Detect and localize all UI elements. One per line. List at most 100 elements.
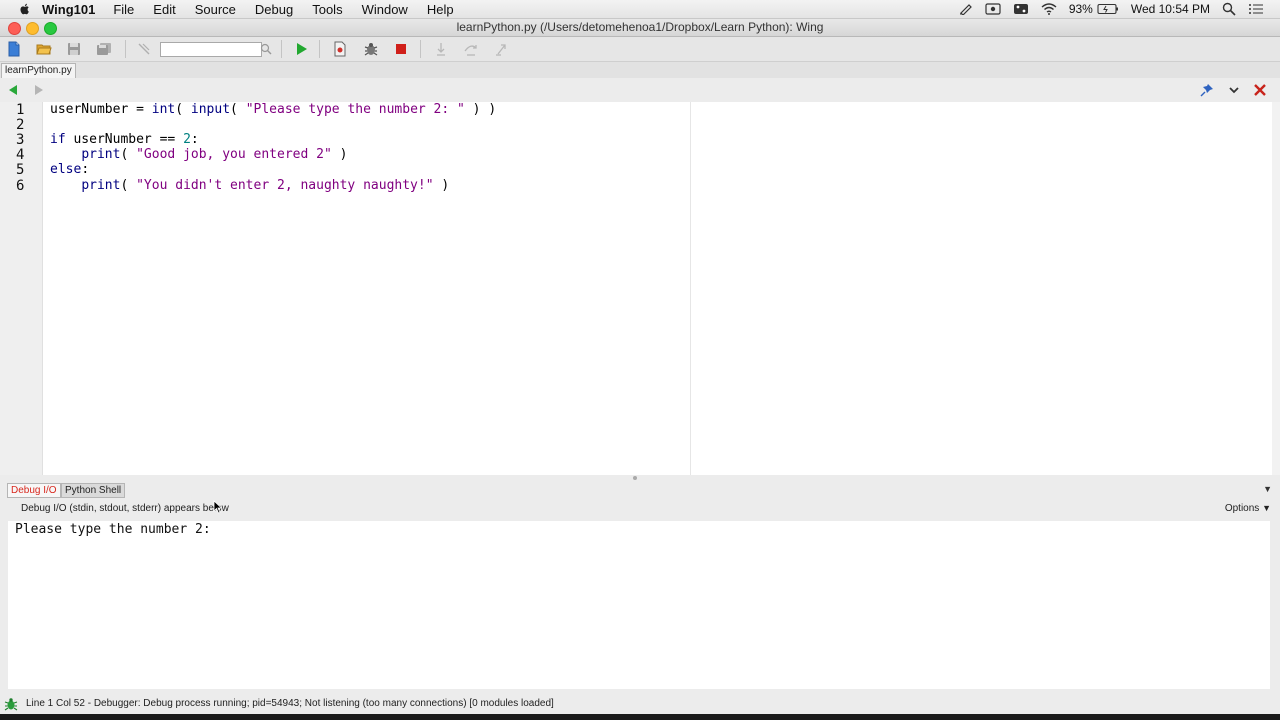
line-number: 3 (16, 132, 25, 148)
window-minimize-button[interactable] (26, 22, 39, 35)
debug-bug-button[interactable] (363, 41, 379, 57)
tool-panel-tabs: Debug I/O Python Shell (0, 482, 1280, 498)
line-number-gutter: 1 2 3 4 5 6 (0, 102, 43, 475)
tab-debug-io[interactable]: Debug I/O (7, 483, 61, 498)
step-over-button[interactable] (463, 41, 479, 57)
code-token: ) (433, 178, 450, 193)
console-output: Please type the number 2: (15, 522, 211, 537)
code-token: "Please type the number 2: " (245, 102, 465, 117)
window-zoom-button[interactable] (44, 22, 57, 35)
code-line-3[interactable]: if userNumber == 2: (50, 132, 199, 147)
breakpoint-button[interactable] (332, 41, 348, 57)
menu-tools[interactable]: Tools (312, 2, 342, 17)
code-token: ( (230, 102, 246, 117)
save-all-button[interactable] (96, 41, 112, 57)
code-token: = (128, 102, 152, 117)
tab-python-shell[interactable]: Python Shell (61, 483, 126, 498)
options-menu-button[interactable]: Options ▼ (1225, 503, 1271, 514)
code-token: ( (120, 147, 137, 162)
toolbar-separator (420, 40, 421, 58)
forward-arrow-icon[interactable] (32, 83, 46, 97)
apple-logo-icon[interactable] (18, 2, 32, 16)
options-label: Options (1224, 503, 1260, 514)
code-line-1[interactable]: userNumber = int( input( "Please type th… (50, 102, 496, 117)
code-line-5[interactable]: else: (50, 162, 89, 177)
search-icon[interactable] (258, 41, 274, 57)
line-number: 6 (16, 178, 25, 194)
notification-center-icon[interactable] (1248, 3, 1264, 15)
toolbar-search-input[interactable] (160, 42, 262, 57)
code-token: "You didn't enter 2, naughty naughty!" (136, 178, 434, 193)
stop-button[interactable] (393, 41, 409, 57)
code-token: print (81, 178, 121, 193)
close-editor-icon[interactable] (1253, 83, 1267, 97)
code-token: userNumber (65, 132, 160, 147)
screen-record-icon[interactable] (985, 3, 1001, 15)
controls-icon[interactable] (1013, 3, 1029, 15)
debugger-status-bug-icon[interactable] (4, 697, 18, 711)
editor-tab-learnpython[interactable]: learnPython.py (1, 63, 76, 78)
pen-icon[interactable] (959, 3, 973, 15)
save-button[interactable] (66, 41, 82, 57)
spotlight-search-icon[interactable] (1222, 2, 1236, 16)
status-bar: Line 1 Col 52 - Debugger: Debug process … (0, 694, 1280, 714)
open-file-button[interactable] (36, 41, 52, 57)
line-number: 2 (16, 117, 25, 133)
code-line-6[interactable]: print( "You didn't enter 2, naughty naug… (50, 178, 449, 193)
code-token: if (50, 132, 66, 147)
toolbar-separator (281, 40, 282, 58)
editor-tab-bar: learnPython.py (0, 62, 1280, 78)
panel-menu-triangle-icon[interactable]: ▼ (1263, 484, 1272, 494)
toolbar-separator (319, 40, 320, 58)
window-bottom-edge (0, 714, 1280, 720)
find-toolbar-icon[interactable] (136, 41, 152, 57)
battery-percent: 93% (1068, 2, 1093, 16)
menubar-clock[interactable]: Wed 10:54 PM (1131, 2, 1210, 16)
window-title: learnPython.py (/Users/detomehenoa1/Drop… (456, 20, 824, 34)
code-token: ) (331, 147, 348, 162)
splitter-handle[interactable] (633, 476, 637, 480)
code-token: ( (175, 102, 191, 117)
back-arrow-icon[interactable] (6, 83, 20, 97)
edge-marker-line (690, 102, 691, 475)
line-number: 5 (16, 162, 25, 178)
debug-io-console[interactable]: Please type the number 2: (8, 521, 1270, 689)
debug-io-header: Debug I/O (stdin, stdout, stderr) appear… (21, 503, 229, 514)
code-line-4[interactable]: print( "Good job, you entered 2" ) (50, 147, 347, 162)
code-token: else (50, 162, 82, 177)
code-editor[interactable]: 1 2 3 4 5 6 userNumber = int( input( "Pl… (0, 102, 1272, 475)
editor-nav-row (0, 79, 1280, 101)
code-token: ) ) (464, 102, 497, 117)
window-titlebar: learnPython.py (/Users/detomehenoa1/Drop… (0, 19, 1280, 37)
app-menu[interactable]: Wing101 (42, 2, 95, 17)
options-triangle-icon: ▼ (1262, 503, 1271, 513)
menu-help[interactable]: Help (427, 2, 454, 17)
code-token: == (159, 132, 184, 147)
menu-edit[interactable]: Edit (153, 2, 175, 17)
editor-right-margin[interactable] (1272, 102, 1280, 475)
code-token: : (190, 132, 199, 147)
status-message: Line 1 Col 52 - Debugger: Debug process … (26, 698, 554, 709)
toolbar-separator (125, 40, 126, 58)
pin-icon[interactable] (1200, 83, 1214, 97)
code-token: ( (120, 178, 137, 193)
battery-icon[interactable] (1097, 3, 1119, 15)
new-file-button[interactable] (6, 41, 22, 57)
code-token: "Good job, you entered 2" (136, 147, 332, 162)
menu-window[interactable]: Window (362, 2, 408, 17)
menu-file[interactable]: File (113, 2, 134, 17)
run-debug-button[interactable] (293, 41, 309, 57)
window-close-button[interactable] (8, 22, 21, 35)
code-token: int (151, 102, 176, 117)
step-out-button[interactable] (493, 41, 509, 57)
code-token: 2 (183, 132, 191, 147)
chevron-down-icon[interactable] (1227, 83, 1241, 97)
menu-source[interactable]: Source (195, 2, 236, 17)
step-into-button[interactable] (433, 41, 449, 57)
menu-debug[interactable]: Debug (255, 2, 293, 17)
mouse-pointer-icon (213, 500, 223, 514)
wifi-icon[interactable] (1041, 3, 1057, 15)
line-number: 4 (16, 147, 25, 163)
